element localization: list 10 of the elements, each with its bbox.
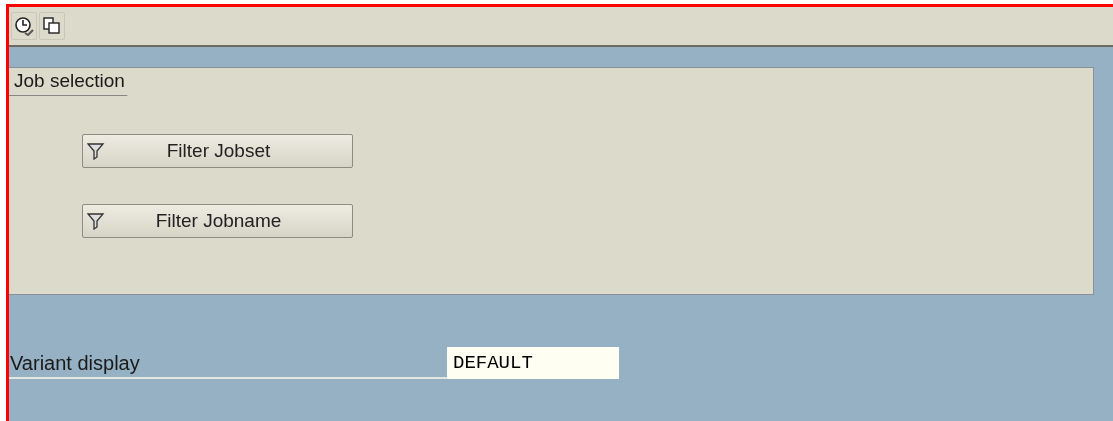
filter-icon [87,142,105,160]
filter-button[interactable]: Filter Jobset [82,134,353,168]
filter-icon [87,212,105,230]
clock-icon [14,16,34,36]
schedule-button[interactable] [11,12,37,40]
field-label: Variant display [9,352,447,379]
filter-button[interactable]: Filter Jobname [82,204,353,238]
copy-button[interactable] [39,12,65,40]
copy-icon [42,16,62,36]
variant-field[interactable]: DEFAULT [447,347,619,379]
